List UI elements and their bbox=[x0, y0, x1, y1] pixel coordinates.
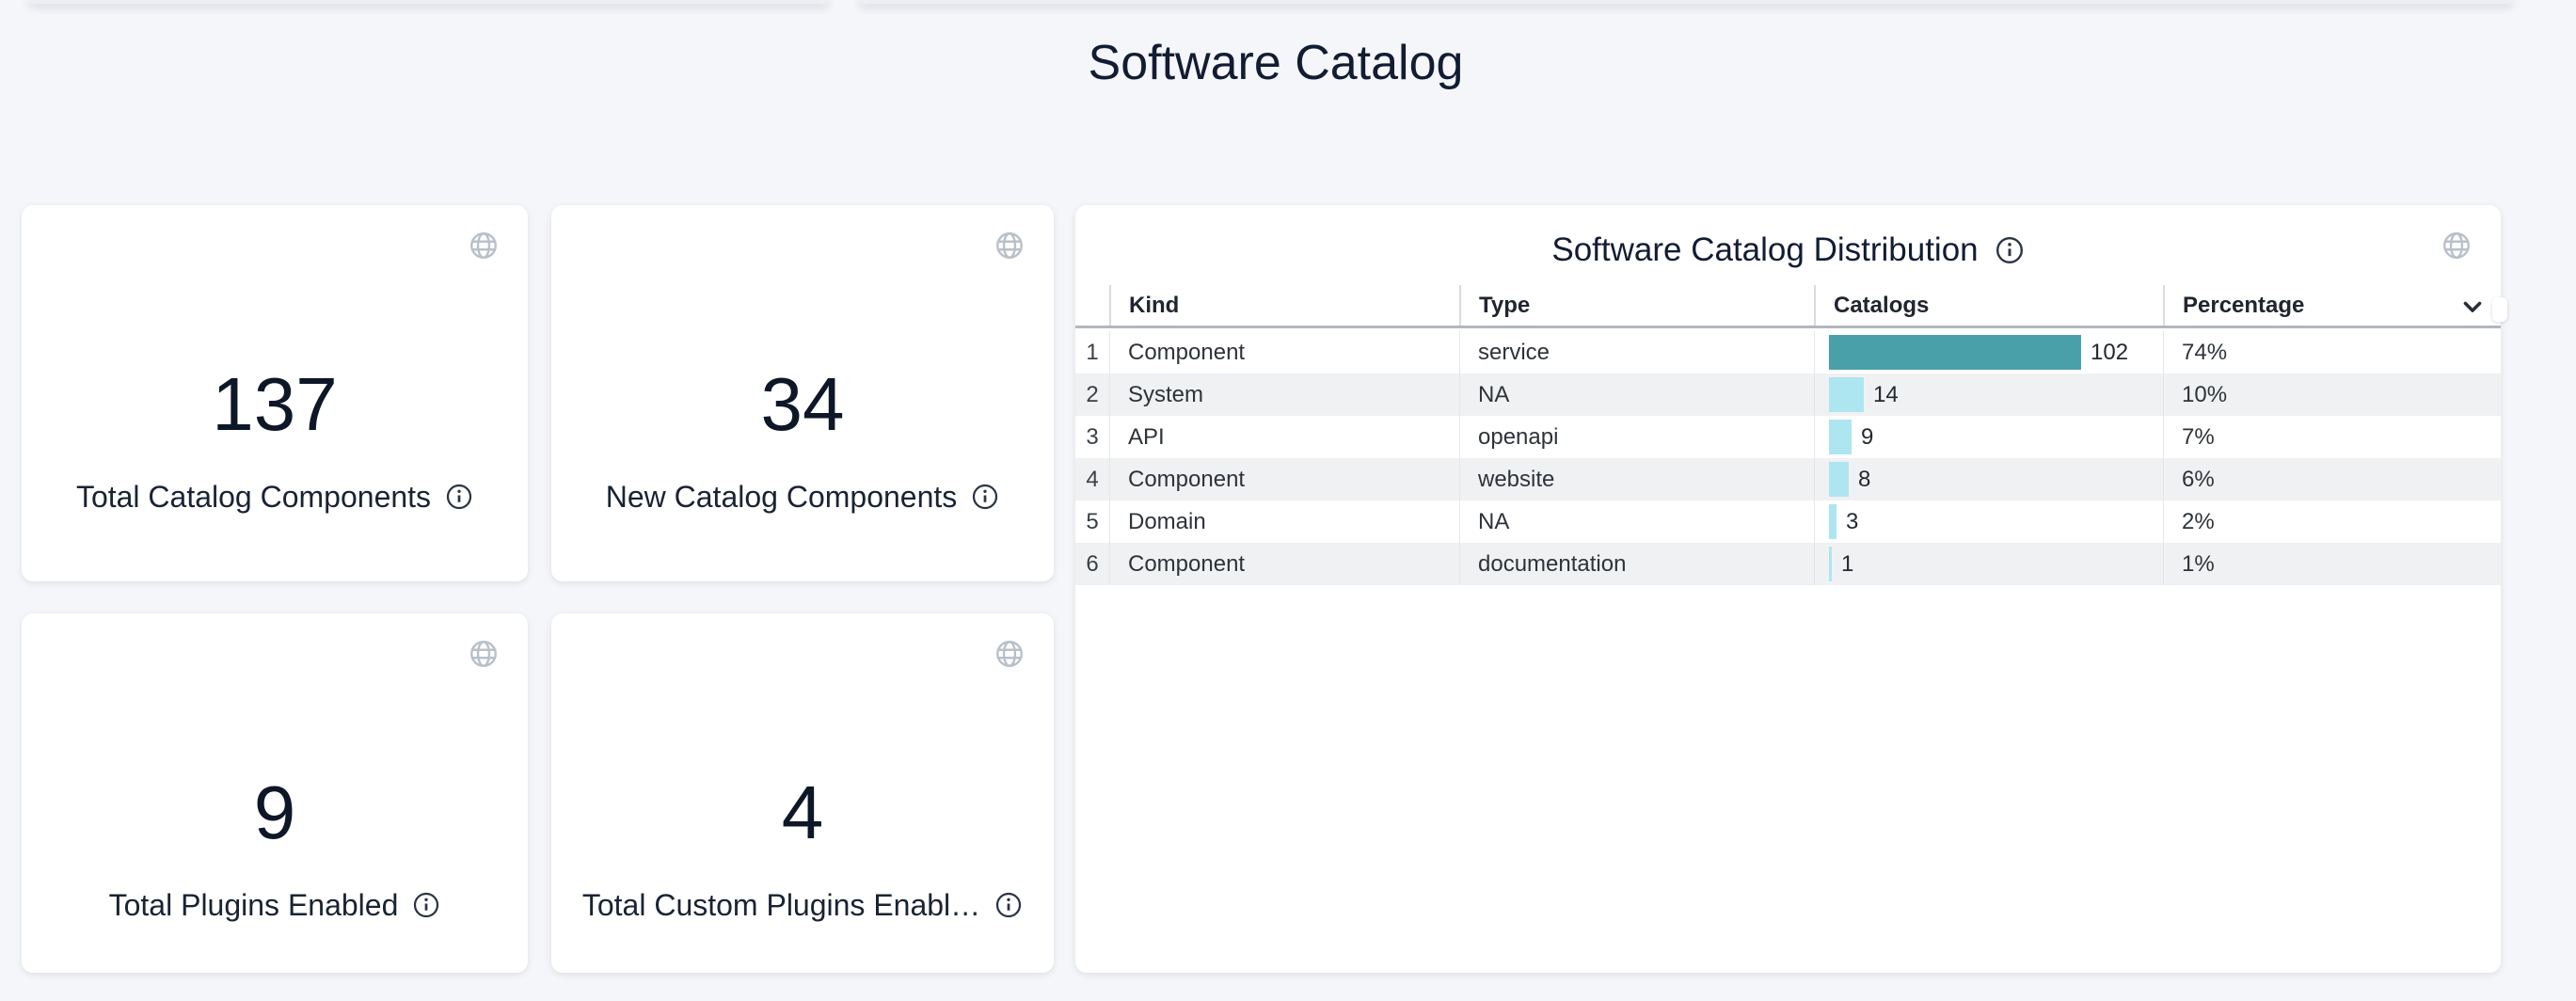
cell-type: NA bbox=[1459, 373, 1814, 416]
stat-label-row: New Catalog Components bbox=[563, 478, 1042, 516]
column-header-catalogs[interactable]: Catalogs bbox=[1814, 285, 2163, 326]
stat-label-row: Total Catalog Components bbox=[33, 478, 517, 516]
chevron-down-icon[interactable] bbox=[2459, 294, 2486, 320]
stat-label: Total Custom Plugins Enabl… bbox=[582, 886, 980, 924]
info-icon[interactable] bbox=[412, 891, 440, 919]
cell-type: NA bbox=[1459, 500, 1814, 543]
column-header-index bbox=[1075, 285, 1109, 326]
row-index: 3 bbox=[1075, 416, 1109, 458]
cell-type: service bbox=[1459, 331, 1814, 373]
catalogs-value: 3 bbox=[1846, 509, 1858, 535]
stat-label: Total Catalog Components bbox=[76, 478, 431, 516]
catalogs-bar bbox=[1829, 377, 1864, 412]
stat-value: 9 bbox=[22, 773, 528, 852]
catalogs-value: 9 bbox=[1861, 424, 1873, 451]
cell-percentage: 2% bbox=[2163, 500, 2501, 543]
cell-kind: Component bbox=[1109, 458, 1459, 500]
catalogs-value: 14 bbox=[1873, 382, 1899, 408]
table-title-row: Software Catalog Distribution bbox=[1075, 230, 2501, 271]
globe-icon[interactable] bbox=[468, 230, 500, 262]
cutoff-card-bottom-right bbox=[858, 0, 2514, 4]
table-row: 2 System NA 14 10% bbox=[1075, 373, 2501, 416]
catalogs-bar bbox=[1829, 462, 1849, 497]
cell-catalogs: 3 bbox=[1814, 500, 2163, 543]
stat-card-total-catalog-components: 137 Total Catalog Components bbox=[22, 205, 528, 581]
stat-label-row: Total Custom Plugins Enabl… bbox=[563, 886, 1042, 924]
info-icon[interactable] bbox=[994, 891, 1023, 919]
table-row: 1 Component service 102 74% bbox=[1075, 331, 2501, 373]
cell-kind: Domain bbox=[1109, 500, 1459, 543]
software-catalog-dashboard: Software Catalog 137 Total Catalog Compo… bbox=[0, 0, 2576, 1001]
table-title: Software Catalog Distribution bbox=[1551, 230, 1978, 271]
stat-label: Total Plugins Enabled bbox=[109, 886, 399, 924]
globe-icon[interactable] bbox=[2441, 230, 2473, 262]
cell-kind: API bbox=[1109, 416, 1459, 458]
row-index: 1 bbox=[1075, 331, 1109, 373]
cell-percentage: 7% bbox=[2163, 416, 2501, 458]
stat-value: 34 bbox=[551, 365, 1054, 444]
info-icon[interactable] bbox=[445, 483, 473, 511]
stat-value: 137 bbox=[22, 365, 528, 444]
row-index: 6 bbox=[1075, 543, 1109, 585]
cell-catalogs: 14 bbox=[1814, 373, 2163, 416]
table-header: Kind Type Catalogs Percentage bbox=[1075, 285, 2501, 328]
cell-catalogs: 9 bbox=[1814, 416, 2163, 458]
column-header-kind[interactable]: Kind bbox=[1109, 285, 1459, 326]
stat-label: New Catalog Components bbox=[606, 478, 958, 516]
table-row: 4 Component website 8 6% bbox=[1075, 458, 2501, 500]
column-header-type[interactable]: Type bbox=[1459, 285, 1814, 326]
stat-card-total-custom-plugins-enabled: 4 Total Custom Plugins Enabl… bbox=[551, 613, 1054, 973]
row-index: 2 bbox=[1075, 373, 1109, 416]
info-icon[interactable] bbox=[1995, 235, 2025, 265]
cell-percentage: 10% bbox=[2163, 373, 2501, 416]
cell-percentage: 74% bbox=[2163, 331, 2501, 373]
cell-percentage: 6% bbox=[2163, 458, 2501, 500]
table-row: 5 Domain NA 3 2% bbox=[1075, 500, 2501, 543]
catalogs-bar bbox=[1829, 504, 1837, 539]
cell-kind: Component bbox=[1109, 331, 1459, 373]
catalogs-value: 8 bbox=[1858, 467, 1870, 493]
catalogs-bar bbox=[1829, 547, 1832, 581]
globe-icon[interactable] bbox=[994, 230, 1026, 262]
scrollbar-nub[interactable] bbox=[2492, 297, 2507, 322]
cell-kind: System bbox=[1109, 373, 1459, 416]
catalogs-bar bbox=[1829, 420, 1852, 454]
globe-icon[interactable] bbox=[994, 638, 1026, 670]
cell-catalogs: 1 bbox=[1814, 543, 2163, 585]
cell-percentage: 1% bbox=[2163, 543, 2501, 585]
cell-type: website bbox=[1459, 458, 1814, 500]
info-icon[interactable] bbox=[971, 483, 999, 511]
table-row: 3 API openapi 9 7% bbox=[1075, 416, 2501, 458]
globe-icon[interactable] bbox=[468, 638, 500, 670]
cutoff-card-bottom-left bbox=[28, 0, 830, 4]
cell-type: openapi bbox=[1459, 416, 1814, 458]
cell-catalogs: 102 bbox=[1814, 331, 2163, 373]
cell-type: documentation bbox=[1459, 543, 1814, 585]
table-row: 6 Component documentation 1 1% bbox=[1075, 543, 2501, 585]
cell-catalogs: 8 bbox=[1814, 458, 2163, 500]
stat-card-new-catalog-components: 34 New Catalog Components bbox=[551, 205, 1054, 581]
catalogs-value: 1 bbox=[1841, 551, 1853, 578]
stat-card-total-plugins-enabled: 9 Total Plugins Enabled bbox=[22, 613, 528, 973]
software-catalog-distribution-card: Software Catalog Distribution Kind Type … bbox=[1075, 205, 2501, 973]
row-index: 4 bbox=[1075, 458, 1109, 500]
page-title: Software Catalog bbox=[0, 34, 2552, 92]
row-index: 5 bbox=[1075, 500, 1109, 543]
stat-value: 4 bbox=[551, 773, 1054, 852]
cell-kind: Component bbox=[1109, 543, 1459, 585]
stat-label-row: Total Plugins Enabled bbox=[33, 886, 517, 924]
catalogs-value: 102 bbox=[2091, 340, 2128, 366]
table-body: 1 Component service 102 74% 2 System NA … bbox=[1075, 331, 2501, 585]
column-header-percentage[interactable]: Percentage bbox=[2163, 285, 2501, 326]
catalogs-bar bbox=[1829, 335, 2081, 370]
